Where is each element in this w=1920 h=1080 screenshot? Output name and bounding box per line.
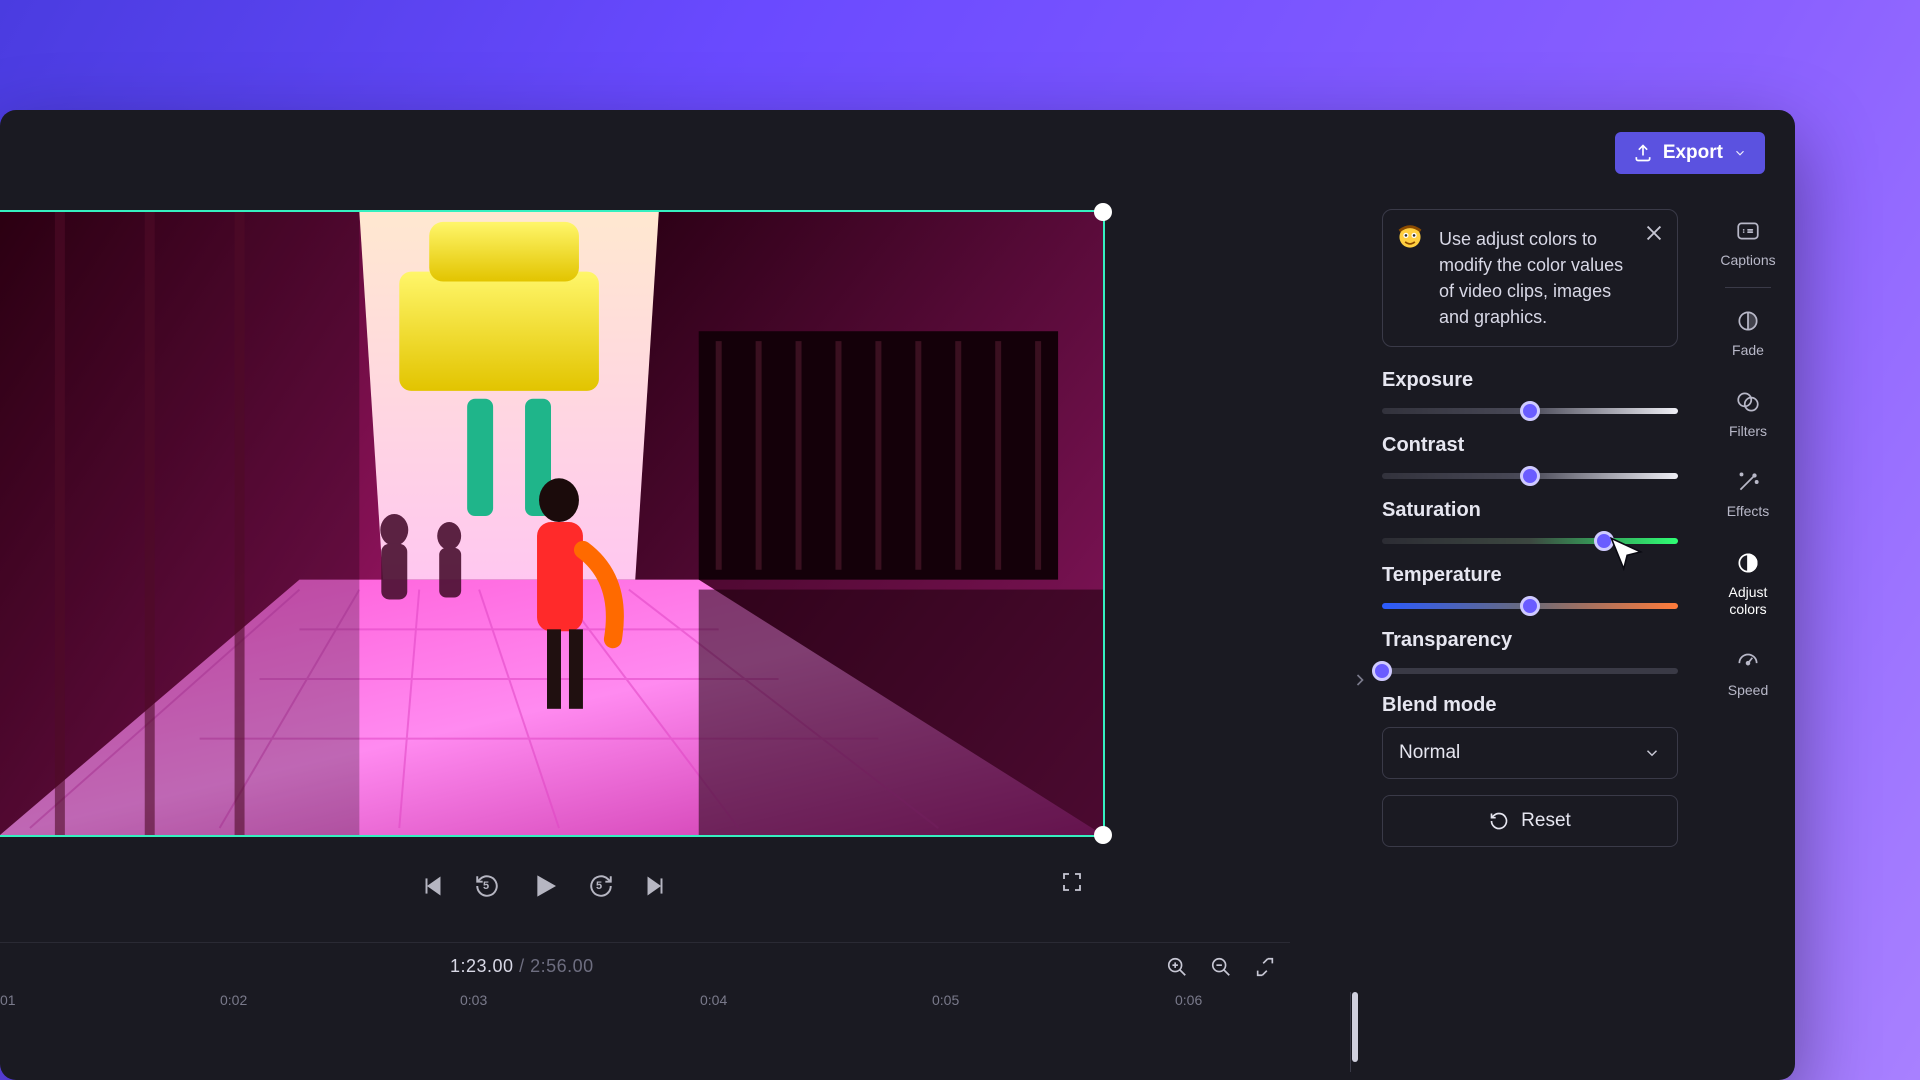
exposure-label: Exposure <box>1382 369 1678 392</box>
resize-handle-br[interactable] <box>1094 826 1112 844</box>
forward-5s-button[interactable]: 5 <box>588 873 614 899</box>
total-time: 2:56.00 <box>530 956 594 976</box>
temperature-knob[interactable] <box>1520 596 1540 616</box>
saturation-slider[interactable] <box>1382 538 1678 544</box>
transparency-knob[interactable] <box>1372 661 1392 681</box>
contrast-knob[interactable] <box>1520 466 1540 486</box>
rail-speed[interactable]: Speed <box>1709 632 1787 713</box>
rail-captions[interactable]: Captions <box>1709 202 1787 283</box>
transparency-label: Transparency <box>1382 629 1678 652</box>
captions-icon <box>1735 218 1761 244</box>
speed-icon <box>1735 648 1761 674</box>
fit-timeline-button[interactable] <box>1254 956 1276 978</box>
time-bar: 1:23.00 / 2:56.00 <box>0 942 1290 992</box>
selection-frame[interactable] <box>0 210 1105 837</box>
adjust-colors-icon <box>1735 550 1761 576</box>
zoom-out-button[interactable] <box>1210 956 1232 978</box>
contrast-slider[interactable] <box>1382 473 1678 479</box>
temperature-label: Temperature <box>1382 564 1678 587</box>
playback-controls: 5 5 <box>420 870 668 902</box>
filters-icon <box>1735 389 1761 415</box>
saturation-knob[interactable] <box>1594 531 1614 551</box>
exposure-slider[interactable] <box>1382 408 1678 414</box>
detective-emoji-icon <box>1397 224 1423 250</box>
rail-fade[interactable]: Fade <box>1709 292 1787 373</box>
upload-icon <box>1633 143 1653 163</box>
zoom-in-button[interactable] <box>1166 956 1188 978</box>
undo-icon <box>1489 811 1509 831</box>
effects-icon <box>1735 469 1761 495</box>
reset-label: Reset <box>1521 810 1571 832</box>
blend-mode-label: Blend mode <box>1382 694 1678 717</box>
play-button[interactable] <box>528 870 560 902</box>
blend-mode-select[interactable]: Normal <box>1382 727 1678 779</box>
blend-mode-value: Normal <box>1399 742 1460 764</box>
temperature-slider[interactable] <box>1382 603 1678 609</box>
contrast-label: Contrast <box>1382 434 1678 457</box>
transparency-slider[interactable] <box>1382 668 1678 674</box>
preview-canvas[interactable] <box>0 210 1105 850</box>
tool-rail: Captions Fade Filters Effects Adjust col… <box>1709 202 1787 713</box>
reset-button[interactable]: Reset <box>1382 795 1678 847</box>
next-clip-button[interactable] <box>642 873 668 899</box>
fade-icon <box>1735 308 1761 334</box>
exposure-knob[interactable] <box>1520 401 1540 421</box>
info-tooltip: Use adjust colors to modify the color va… <box>1382 209 1678 347</box>
export-label: Export <box>1663 142 1723 164</box>
rail-filters[interactable]: Filters <box>1709 373 1787 454</box>
timeline-playhead[interactable] <box>1352 992 1358 1062</box>
fullscreen-button[interactable] <box>1060 870 1084 894</box>
time-display: 1:23.00 / 2:56.00 <box>450 956 594 977</box>
info-close-button[interactable] <box>1643 222 1665 244</box>
saturation-label: Saturation <box>1382 499 1678 522</box>
info-text: Use adjust colors to modify the color va… <box>1439 229 1623 327</box>
chevron-down-icon <box>1733 146 1747 160</box>
rewind-5s-button[interactable]: 5 <box>474 873 500 899</box>
chevron-down-icon <box>1643 744 1661 762</box>
adjust-colors-panel: Use adjust colors to modify the color va… <box>1366 195 1694 1080</box>
rail-adjust-colors[interactable]: Adjust colors <box>1709 534 1787 632</box>
video-frame <box>0 212 1103 835</box>
export-button[interactable]: Export <box>1615 132 1765 174</box>
video-editor-window: Export <box>0 110 1795 1080</box>
prev-clip-button[interactable] <box>420 873 446 899</box>
resize-handle-tr[interactable] <box>1094 203 1112 221</box>
current-time: 1:23.00 <box>450 956 514 976</box>
rail-effects[interactable]: Effects <box>1709 453 1787 534</box>
